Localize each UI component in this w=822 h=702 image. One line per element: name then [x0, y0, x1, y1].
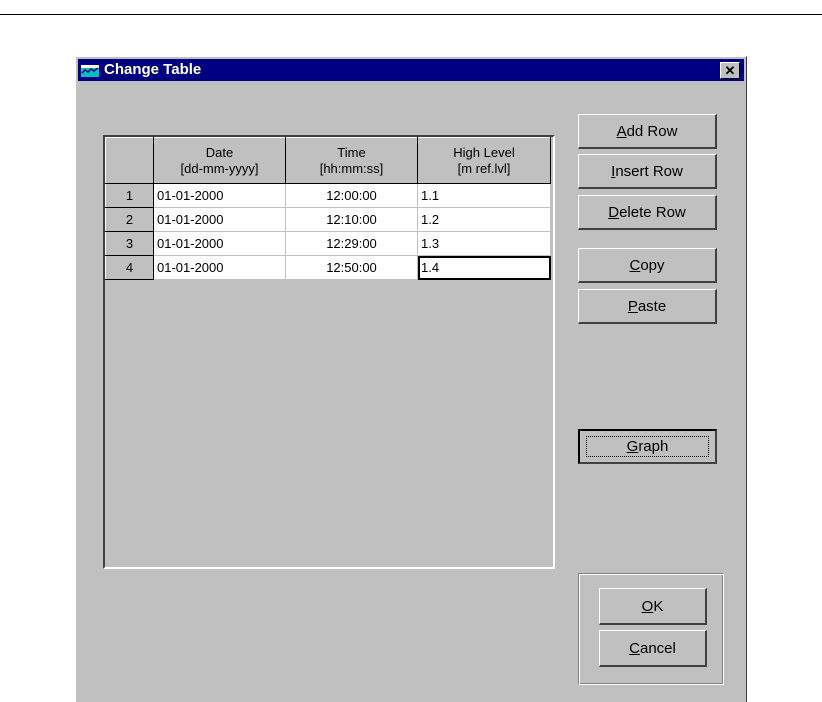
time-cell[interactable]: 12:50:00	[285, 255, 418, 280]
close-icon: ✕	[724, 63, 736, 78]
title-bar[interactable]: Change Table ✕	[78, 59, 744, 81]
grid-corner[interactable]	[105, 137, 154, 184]
row-header[interactable]: 1	[105, 183, 154, 208]
data-table: Date [dd-mm-yyyy] Time [hh:mm:ss] High L…	[105, 137, 551, 280]
add-row-button[interactable]: Add Row	[578, 114, 717, 149]
ok-cancel-group: OK Cancel	[578, 573, 724, 685]
insert-row-button[interactable]: Insert Row	[578, 154, 717, 189]
row-header[interactable]: 3	[105, 231, 154, 256]
graph-button[interactable]: Graph	[578, 429, 717, 464]
close-button[interactable]: ✕	[720, 62, 740, 79]
table-row: 4 01-01-2000 12:50:00 1.4	[105, 255, 551, 280]
ok-button[interactable]: OK	[599, 588, 707, 625]
table-window-icon	[81, 65, 99, 77]
row-header[interactable]: 4	[105, 255, 154, 280]
date-cell[interactable]: 01-01-2000	[153, 183, 286, 208]
level-cell-focused[interactable]: 1.4	[417, 255, 551, 280]
column-header-high-level[interactable]: High Level [m ref.lvl]	[417, 137, 551, 184]
table-row: 3 01-01-2000 12:29:00 1.3	[105, 231, 551, 256]
time-cell[interactable]: 12:29:00	[285, 231, 418, 256]
delete-row-button[interactable]: Delete Row	[578, 195, 717, 230]
level-cell[interactable]: 1.1	[417, 183, 551, 208]
copy-button[interactable]: Copy	[578, 248, 717, 283]
column-header-date[interactable]: Date [dd-mm-yyyy]	[153, 137, 286, 184]
row-header[interactable]: 2	[105, 207, 154, 232]
level-cell[interactable]: 1.3	[417, 231, 551, 256]
cancel-button[interactable]: Cancel	[599, 630, 707, 667]
time-cell[interactable]: 12:10:00	[285, 207, 418, 232]
time-cell[interactable]: 12:00:00	[285, 183, 418, 208]
change-table-dialog: Change Table ✕ Date [dd-mm-yyyy] Time [h…	[75, 56, 747, 702]
date-cell[interactable]: 01-01-2000	[153, 255, 286, 280]
column-header-time[interactable]: Time [hh:mm:ss]	[285, 137, 418, 184]
data-grid[interactable]: Date [dd-mm-yyyy] Time [hh:mm:ss] High L…	[103, 135, 555, 569]
paste-button[interactable]: Paste	[578, 289, 717, 324]
window-title: Change Table	[104, 61, 202, 78]
page-top-rule	[0, 14, 822, 15]
level-cell[interactable]: 1.2	[417, 207, 551, 232]
table-row: 1 01-01-2000 12:00:00 1.1	[105, 183, 551, 208]
date-cell[interactable]: 01-01-2000	[153, 207, 286, 232]
table-row: 2 01-01-2000 12:10:00 1.2	[105, 207, 551, 232]
date-cell[interactable]: 01-01-2000	[153, 231, 286, 256]
